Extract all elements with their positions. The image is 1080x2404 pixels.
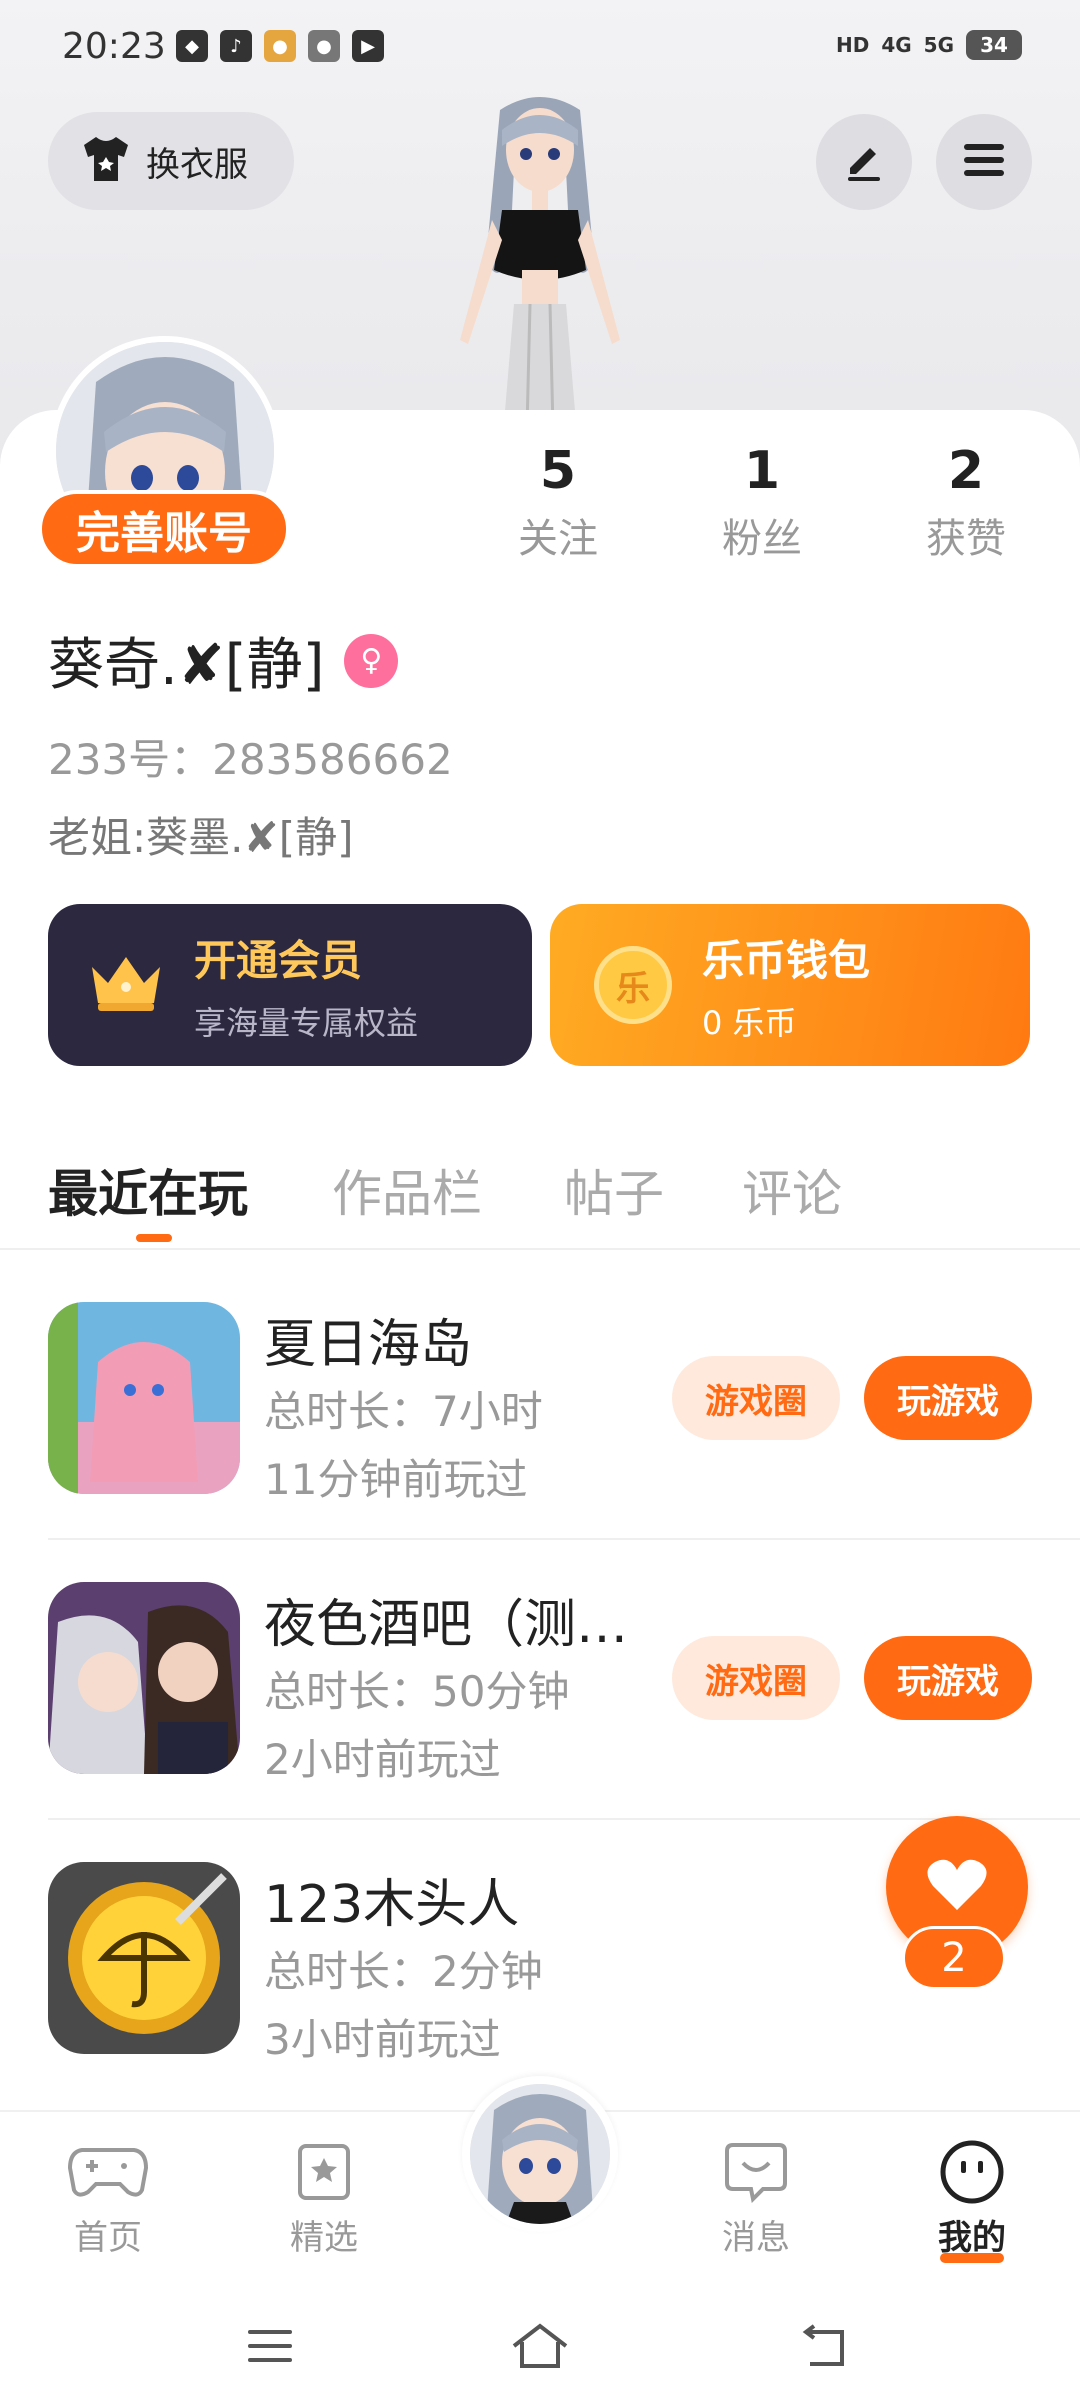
- nav-messages[interactable]: 消息: [686, 2138, 826, 2259]
- wallet-balance: 0 乐币: [702, 1003, 797, 1042]
- nav-me-label: 我的: [938, 2218, 1006, 2258]
- divider: [48, 1818, 1080, 1820]
- divider: [48, 1538, 1080, 1540]
- nickname: 葵奇.✘[静]: [48, 633, 325, 698]
- nav-me[interactable]: 我的: [902, 2138, 1042, 2263]
- edit-profile-button[interactable]: [816, 114, 912, 210]
- likes-count: 2: [947, 441, 985, 501]
- bio: 老姐:葵墨.✘[静]: [48, 813, 354, 862]
- recent-apps-icon[interactable]: [240, 2316, 300, 2376]
- hamburger-icon: [962, 140, 1006, 184]
- change-outfit-label: 换衣服: [146, 144, 248, 185]
- shield-icon: ◆: [176, 30, 208, 62]
- nav-messages-label: 消息: [722, 2218, 790, 2258]
- following-count: 5: [539, 441, 577, 501]
- tab-recently-played[interactable]: 最近在玩: [48, 1154, 248, 1226]
- status-bar: 20:23 ◆ ♪ ● ● ▶ HD 4G 5G 34: [0, 0, 1080, 96]
- nav-home-label: 首页: [74, 2218, 142, 2258]
- game-last-played: 2小时前玩过: [264, 1735, 501, 1784]
- followers-count: 1: [743, 441, 781, 501]
- game-last-played: 11分钟前玩过: [264, 1455, 528, 1504]
- tab-posts[interactable]: 帖子: [564, 1154, 664, 1226]
- nickname-row: 葵奇.✘[静] ♀: [48, 620, 399, 701]
- wallet-title: 乐币钱包: [702, 935, 871, 985]
- game-duration: 总时长：50分钟: [264, 1667, 570, 1716]
- game-name: 夜色酒吧（测…: [264, 1595, 629, 1655]
- change-outfit-button[interactable]: 换衣服: [48, 112, 294, 210]
- nav-featured[interactable]: 精选: [254, 2138, 394, 2259]
- status-indicators: HD 4G 5G 34: [836, 30, 1022, 60]
- female-gender-icon: ♀: [344, 633, 399, 688]
- game-name: 夏日海岛: [264, 1315, 473, 1375]
- back-icon[interactable]: [794, 2316, 854, 2376]
- tab-comments[interactable]: 评论: [742, 1154, 842, 1226]
- home-icon[interactable]: [510, 2316, 570, 2376]
- pencil-icon: [842, 138, 886, 186]
- game-list-item[interactable]: 夜色酒吧（测… 总时长：50分钟 2小时前玩过 游戏圈 玩游戏: [48, 1582, 1032, 1862]
- game-circle-button[interactable]: 游戏圈: [672, 1636, 840, 1720]
- complete-account-button[interactable]: 完善账号: [38, 490, 290, 568]
- star-bookmark-icon: [254, 2138, 394, 2206]
- game-icon-summer-island: [48, 1302, 240, 1494]
- user-id: 233号：283586662: [48, 735, 453, 784]
- monkey-icon: ●: [264, 30, 296, 62]
- content-tabs: 最近在玩 作品栏 帖子 评论: [0, 1140, 1080, 1250]
- vip-subtitle: 享海量专属权益: [194, 1003, 419, 1042]
- game-list-item[interactable]: 夏日海岛 总时长：7小时 11分钟前玩过 游戏圈 玩游戏: [48, 1302, 1032, 1582]
- game-duration: 总时长：7小时: [264, 1387, 543, 1436]
- status-time: 20:23: [62, 26, 166, 67]
- play-game-button[interactable]: 玩游戏: [864, 1356, 1032, 1440]
- play-icon: ▶: [352, 30, 384, 62]
- game-icon-night-bar: [48, 1582, 240, 1774]
- stat-likes[interactable]: 2 获赞: [886, 440, 1046, 564]
- signal-5g-icon: 5G: [923, 33, 954, 57]
- stat-followers[interactable]: 1 粉丝: [682, 440, 842, 564]
- wallet-card[interactable]: 乐 乐币钱包 0 乐币: [550, 904, 1030, 1066]
- crown-icon: [88, 953, 164, 1017]
- nav-home[interactable]: 首页: [38, 2138, 178, 2259]
- game-name: 123木头人: [264, 1875, 520, 1935]
- play-game-button[interactable]: 玩游戏: [864, 1636, 1032, 1720]
- gamepad-icon: [38, 2138, 178, 2206]
- chat-bubble-icon: [686, 2138, 826, 2206]
- notification-icons: ◆ ♪ ● ● ▶: [176, 30, 384, 62]
- face-icon: ●: [308, 30, 340, 62]
- heart-icon: [927, 1858, 987, 1916]
- game-last-played: 3小时前玩过: [264, 2015, 501, 2064]
- vip-title: 开通会员: [194, 935, 363, 985]
- hd-indicator: HD: [835, 33, 870, 57]
- followers-label: 粉丝: [722, 516, 802, 562]
- game-duration: 总时长：2分钟: [264, 1947, 543, 1996]
- game-icon-123-wooden-man: [48, 1862, 240, 2054]
- nav-featured-label: 精选: [290, 2218, 358, 2258]
- battery-icon: 34: [966, 30, 1022, 60]
- smiley-face-icon: [902, 2138, 1042, 2206]
- tiktok-icon: ♪: [220, 30, 252, 62]
- like-count-badge: 2: [902, 1926, 1006, 1990]
- coin-icon: 乐: [594, 946, 672, 1024]
- vip-membership-card[interactable]: 开通会员 享海量专属权益: [48, 904, 532, 1066]
- tab-indicator: [136, 1234, 172, 1242]
- nav-avatar-center[interactable]: [462, 2076, 618, 2232]
- tab-works[interactable]: 作品栏: [332, 1154, 482, 1226]
- menu-button[interactable]: [936, 114, 1032, 210]
- stat-following[interactable]: 5 关注: [478, 440, 638, 564]
- following-label: 关注: [518, 516, 598, 562]
- signal-4g-icon: 4G: [881, 33, 912, 57]
- game-circle-button[interactable]: 游戏圈: [672, 1356, 840, 1440]
- likes-label: 获赞: [926, 516, 1006, 562]
- shirt-icon: [80, 135, 132, 187]
- system-navigation-bar: [0, 2280, 1080, 2404]
- center-avatar-image: [470, 2084, 610, 2224]
